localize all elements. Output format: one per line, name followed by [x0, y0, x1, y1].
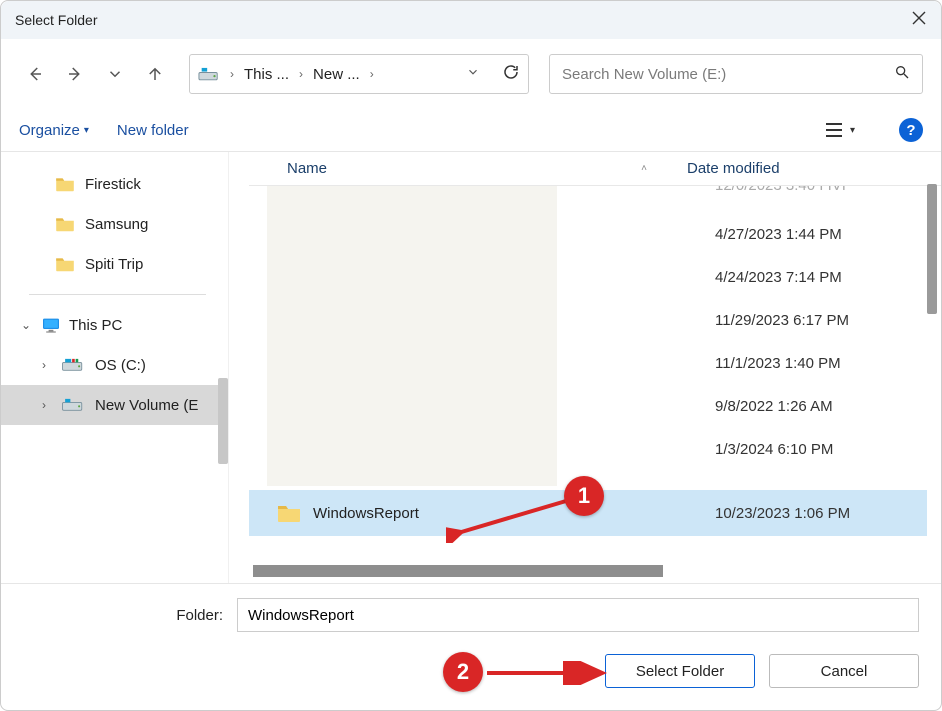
column-headers: Name ˄ Date modified [249, 152, 941, 186]
column-header-name[interactable]: Name ˄ [287, 160, 687, 177]
titlebar: Select Folder [1, 1, 941, 39]
up-icon[interactable] [139, 58, 171, 90]
nav-row: › This ... › New ... › [1, 39, 941, 109]
chevron-right-icon[interactable]: › [37, 358, 51, 372]
sidebar-item-samsung[interactable]: Samsung [1, 204, 228, 244]
new-folder-button[interactable]: New folder [117, 122, 189, 139]
folder-icon [55, 256, 75, 272]
address-bar[interactable]: › This ... › New ... › [189, 54, 529, 94]
thumbnail-placeholder [267, 186, 557, 486]
sidebar-divider [29, 294, 206, 295]
file-rows: 12/0/2023 3.40 I IVI 4/27/2023 1:44 PM 4… [249, 186, 941, 583]
sidebar-item-label: Spiti Trip [85, 256, 143, 273]
chevron-right-icon[interactable]: › [226, 67, 238, 81]
search-icon[interactable] [894, 64, 910, 85]
annotation-arrow-1 [446, 493, 576, 543]
help-icon[interactable]: ? [899, 118, 923, 142]
annotation-badge-1: 1 [564, 476, 604, 516]
list-item-date: 10/23/2023 1:06 PM [715, 505, 850, 522]
drive-icon [61, 358, 85, 372]
folder-name-row: Folder: [23, 598, 919, 632]
vertical-scrollbar[interactable] [927, 184, 937, 314]
list-item-date: 11/1/2023 1:40 PM [715, 355, 849, 372]
sidebar-item-firestick[interactable]: Firestick [1, 164, 228, 204]
close-icon[interactable] [887, 10, 927, 31]
select-folder-button[interactable]: Select Folder [605, 654, 755, 688]
file-pane: Name ˄ Date modified 12/0/2023 3.40 I IV… [229, 152, 941, 583]
sidebar-item-spiti-trip[interactable]: Spiti Trip [1, 244, 228, 284]
address-dropdown-icon[interactable] [460, 65, 486, 84]
breadcrumb-seg-1[interactable]: This ... [244, 66, 289, 83]
breadcrumb-seg-2[interactable]: New ... [313, 66, 360, 83]
list-view-icon [824, 122, 844, 138]
sidebar-group-label: This PC [69, 317, 122, 334]
caret-down-icon: ▾ [850, 125, 855, 136]
list-item-date: 9/8/2022 1:26 AM [715, 398, 849, 415]
window-title: Select Folder [15, 12, 97, 28]
list-item-date: 4/27/2023 1:44 PM [715, 226, 849, 243]
list-item-date: 1/3/2024 6:10 PM [715, 441, 849, 458]
back-icon[interactable] [19, 58, 51, 90]
sidebar-drive-label: New Volume (E [95, 397, 198, 414]
sidebar-item-label: Samsung [85, 216, 148, 233]
recent-dropdown-icon[interactable] [99, 58, 131, 90]
column-header-name-label: Name [287, 160, 327, 177]
sidebar: Firestick Samsung Spiti Trip ⌄ This PC ›… [1, 152, 229, 583]
sidebar-item-label: Firestick [85, 176, 141, 193]
search-input[interactable] [562, 66, 894, 83]
list-item-date: 4/24/2023 7:14 PM [715, 269, 849, 286]
search-box[interactable] [549, 54, 923, 94]
folder-icon [55, 216, 75, 232]
caret-down-icon: ▾ [84, 125, 89, 136]
chevron-right-icon[interactable]: › [37, 398, 51, 412]
column-header-date[interactable]: Date modified [687, 160, 907, 177]
sidebar-group-this-pc[interactable]: ⌄ This PC [1, 305, 228, 345]
organize-button[interactable]: Organize ▾ [19, 122, 89, 139]
annotation-arrow-2 [481, 661, 611, 685]
sidebar-drive-label: OS (C:) [95, 357, 146, 374]
select-folder-dialog: Select Folder › This ... › New ... › [0, 0, 942, 711]
pc-icon [41, 317, 61, 333]
drive-icon [198, 65, 220, 83]
view-mode-button[interactable]: ▾ [824, 122, 855, 138]
list-item-date: 12/0/2023 3.40 I IVI [715, 186, 849, 200]
folder-icon [277, 503, 301, 523]
drive-icon [61, 398, 85, 412]
annotation-badge-2: 2 [443, 652, 483, 692]
chevron-right-icon[interactable]: › [366, 67, 378, 81]
sidebar-scrollbar[interactable] [218, 378, 228, 464]
footer: Folder: Select Folder Cancel [1, 584, 941, 710]
folder-input[interactable] [237, 598, 919, 632]
toolbar: Organize ▾ New folder ▾ ? [1, 109, 941, 151]
folder-icon [55, 176, 75, 192]
forward-icon[interactable] [59, 58, 91, 90]
organize-label: Organize [19, 122, 80, 139]
cancel-button[interactable]: Cancel [769, 654, 919, 688]
date-column-values: 12/0/2023 3.40 I IVI 4/27/2023 1:44 PM 4… [715, 186, 849, 458]
chevron-right-icon[interactable]: › [295, 67, 307, 81]
sort-asc-icon: ˄ [641, 163, 647, 174]
scrollbar-thumb[interactable] [253, 565, 663, 577]
horizontal-scrollbar[interactable] [249, 565, 927, 577]
folder-label: Folder: [23, 607, 223, 624]
chevron-down-icon[interactable]: ⌄ [19, 318, 33, 332]
sidebar-drive-os-c[interactable]: › OS (C:) [1, 345, 228, 385]
list-item-date: 11/29/2023 6:17 PM [715, 312, 849, 329]
sidebar-drive-new-volume-e[interactable]: › New Volume (E [1, 385, 228, 425]
refresh-icon[interactable] [492, 63, 520, 86]
